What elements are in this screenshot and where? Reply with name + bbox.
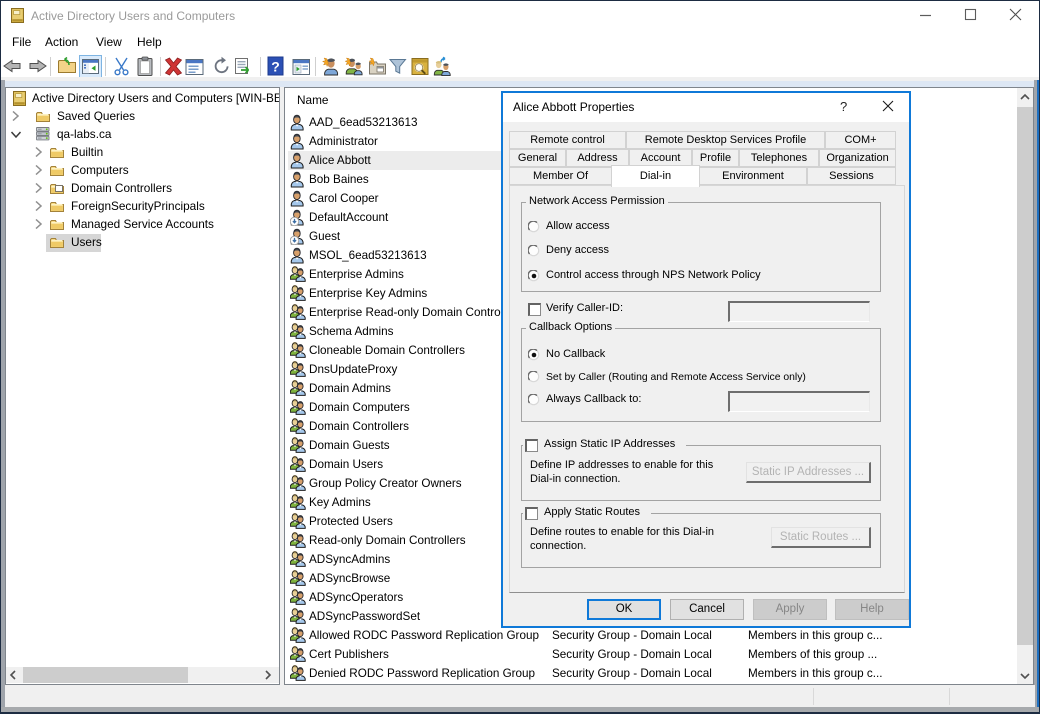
svg-text:?: ? [271,59,280,75]
